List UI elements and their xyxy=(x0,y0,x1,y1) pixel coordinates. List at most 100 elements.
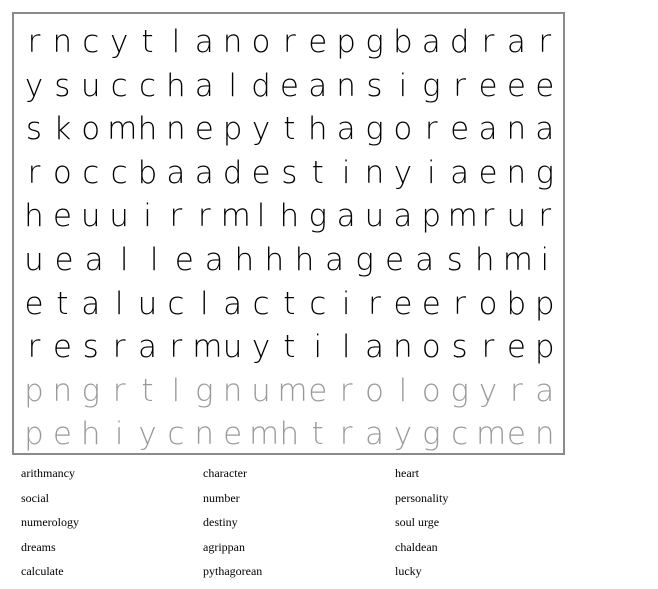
grid-letter[interactable]: t xyxy=(277,107,301,151)
grid-letter[interactable]: y xyxy=(136,412,160,456)
grid-letter[interactable]: o xyxy=(419,325,443,369)
grid-letter[interactable]: e xyxy=(391,282,415,326)
grid-letter[interactable]: g xyxy=(419,64,443,108)
grid-letter[interactable]: u xyxy=(363,194,387,238)
grid-letter[interactable]: p xyxy=(533,282,557,326)
grid-letter[interactable]: a xyxy=(334,107,358,151)
grid-letter[interactable]: a xyxy=(202,238,226,282)
grid-letter[interactable]: y xyxy=(107,20,131,64)
grid-letter[interactable]: i xyxy=(334,282,358,326)
grid-letter[interactable]: a xyxy=(306,64,330,108)
grid-letter[interactable]: d xyxy=(249,64,273,108)
grid-letter[interactable]: e xyxy=(50,325,74,369)
grid-letter[interactable]: i xyxy=(306,325,330,369)
grid-letter[interactable]: c xyxy=(79,20,103,64)
grid-letter[interactable]: u xyxy=(136,282,160,326)
grid-letter[interactable]: n xyxy=(192,412,216,456)
grid-letter[interactable]: c xyxy=(107,64,131,108)
grid-letter[interactable]: a xyxy=(82,238,106,282)
grid-letter[interactable]: u xyxy=(107,194,131,238)
grid-letter[interactable]: t xyxy=(277,325,301,369)
grid-letter[interactable]: h xyxy=(306,107,330,151)
grid-letter[interactable]: e xyxy=(50,194,74,238)
grid-letter[interactable]: r xyxy=(476,325,500,369)
grid-letter[interactable]: u xyxy=(79,194,103,238)
grid-letter[interactable]: r xyxy=(107,369,131,413)
grid-letter[interactable]: n xyxy=(50,369,74,413)
grid-letter[interactable]: a xyxy=(221,282,245,326)
grid-letter[interactable]: a xyxy=(504,20,528,64)
grid-letter[interactable]: a xyxy=(533,369,557,413)
grid-letter[interactable]: r xyxy=(164,325,188,369)
grid-letter[interactable]: o xyxy=(79,107,103,151)
grid-letter[interactable]: a xyxy=(334,194,358,238)
grid-letter[interactable]: l xyxy=(164,20,188,64)
grid-letter[interactable]: s xyxy=(448,325,472,369)
grid-letter[interactable]: e xyxy=(504,64,528,108)
grid-letter[interactable]: c xyxy=(107,151,131,195)
grid-letter[interactable]: g xyxy=(192,369,216,413)
grid-letter[interactable]: p xyxy=(419,194,443,238)
grid-letter[interactable]: n xyxy=(391,325,415,369)
grid-letter[interactable]: i xyxy=(533,238,557,282)
grid-letter[interactable]: e xyxy=(249,151,273,195)
grid-letter[interactable]: h xyxy=(277,412,301,456)
grid-letter[interactable]: r xyxy=(448,282,472,326)
grid-letter[interactable]: i xyxy=(391,64,415,108)
grid-letter[interactable]: r xyxy=(533,194,557,238)
grid-letter[interactable]: l xyxy=(142,238,166,282)
grid-letter[interactable]: o xyxy=(363,369,387,413)
grid-letter[interactable]: e xyxy=(22,282,46,326)
grid-letter[interactable]: l xyxy=(107,282,131,326)
grid-letter[interactable]: r xyxy=(277,20,301,64)
grid-letter[interactable]: e xyxy=(221,412,245,456)
grid-letter[interactable]: p xyxy=(221,107,245,151)
grid-letter[interactable]: c xyxy=(306,282,330,326)
grid-letter[interactable]: h xyxy=(473,238,497,282)
grid-letter[interactable]: r xyxy=(164,194,188,238)
grid-letter[interactable]: p xyxy=(533,325,557,369)
grid-letter[interactable]: a xyxy=(391,194,415,238)
grid-letter[interactable]: m xyxy=(221,194,251,238)
grid-letter[interactable]: m xyxy=(476,412,506,456)
grid-letter[interactable]: r xyxy=(22,325,46,369)
grid-letter[interactable]: r xyxy=(476,194,500,238)
grid-letter[interactable]: u xyxy=(22,238,46,282)
grid-letter[interactable]: y xyxy=(249,325,273,369)
grid-letter[interactable]: g xyxy=(448,369,472,413)
grid-letter[interactable]: l xyxy=(112,238,136,282)
grid-letter[interactable]: c xyxy=(164,282,188,326)
grid-letter[interactable]: m xyxy=(107,107,137,151)
grid-letter[interactable]: g xyxy=(363,107,387,151)
grid-letter[interactable]: a xyxy=(192,20,216,64)
grid-letter[interactable]: g xyxy=(419,412,443,456)
grid-letter[interactable]: r xyxy=(533,20,557,64)
grid-letter[interactable]: g xyxy=(353,238,377,282)
grid-letter[interactable]: y xyxy=(22,64,46,108)
grid-letter[interactable]: y xyxy=(391,151,415,195)
grid-letter[interactable]: l xyxy=(249,194,273,238)
grid-letter[interactable]: n xyxy=(221,369,245,413)
grid-letter[interactable]: g xyxy=(533,151,557,195)
grid-letter[interactable]: l xyxy=(192,282,216,326)
grid-letter[interactable]: s xyxy=(277,151,301,195)
grid-letter[interactable]: o xyxy=(391,107,415,151)
grid-letter[interactable]: e xyxy=(192,107,216,151)
grid-letter[interactable]: m xyxy=(503,238,533,282)
grid-letter[interactable]: e xyxy=(533,64,557,108)
grid-letter[interactable]: r xyxy=(419,107,443,151)
grid-letter[interactable]: c xyxy=(164,412,188,456)
grid-letter[interactable]: p xyxy=(334,20,358,64)
grid-letter[interactable]: p xyxy=(22,412,46,456)
grid-letter[interactable]: p xyxy=(22,369,46,413)
grid-letter[interactable]: b xyxy=(391,20,415,64)
grid-letter[interactable]: s xyxy=(50,64,74,108)
grid-letter[interactable]: r xyxy=(107,325,131,369)
grid-letter[interactable]: u xyxy=(249,369,273,413)
grid-letter[interactable]: r xyxy=(22,20,46,64)
grid-letter[interactable]: t xyxy=(306,412,330,456)
grid-letter[interactable]: r xyxy=(504,369,528,413)
grid-letter[interactable]: t xyxy=(306,151,330,195)
grid-letter[interactable]: a xyxy=(533,107,557,151)
grid-letter[interactable]: y xyxy=(476,369,500,413)
